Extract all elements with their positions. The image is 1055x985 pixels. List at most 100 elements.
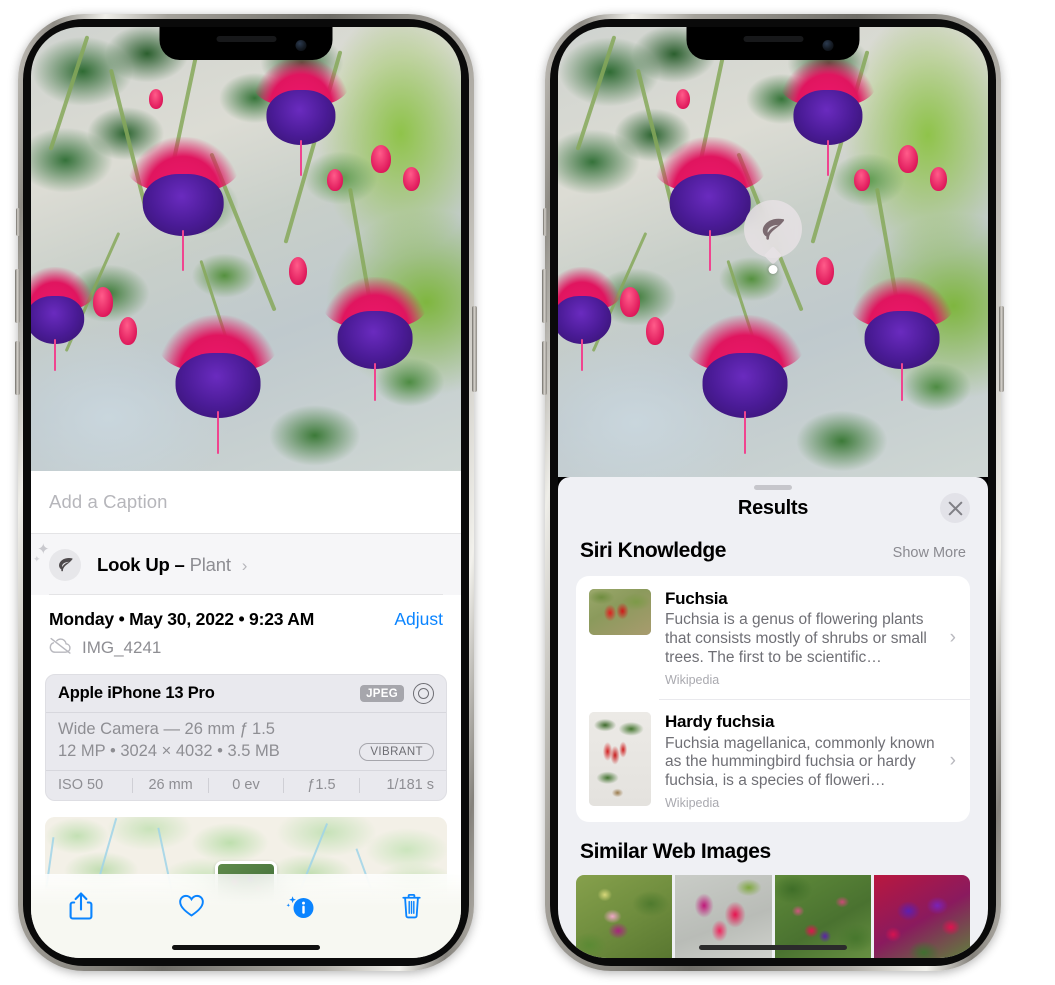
delete-button[interactable] bbox=[389, 888, 433, 928]
similar-web-images-section: Similar Web Images bbox=[558, 840, 988, 958]
siri-knowledge-cards: Fuchsia Fuchsia is a genus of flowering … bbox=[576, 576, 970, 823]
power-button[interactable] bbox=[472, 306, 477, 392]
results-sheet: Results Siri Knowledge Show More Fuchsia… bbox=[558, 477, 988, 958]
volume-down-button[interactable] bbox=[542, 341, 547, 395]
power-button[interactable] bbox=[999, 306, 1004, 392]
camera-card-header: Apple iPhone 13 Pro JPEG bbox=[46, 675, 446, 713]
volume-down-button[interactable] bbox=[15, 341, 20, 395]
flower-bud bbox=[854, 169, 870, 191]
flower-bloom bbox=[558, 267, 622, 372]
info-button[interactable] bbox=[279, 888, 323, 928]
flower-bloom bbox=[127, 137, 239, 271]
look-up-row[interactable]: ✦ ✦ Look Up – Plant › bbox=[31, 534, 461, 595]
right-phone-device: Results Siri Knowledge Show More Fuchsia… bbox=[542, 14, 1004, 971]
photo-metadata: Monday • May 30, 2022 • 9:23 AM Adjust I… bbox=[31, 595, 461, 659]
knowledge-card[interactable]: Hardy fuchsia Fuchsia magellanica, commo… bbox=[576, 699, 970, 822]
caption-placeholder: Add a Caption bbox=[49, 491, 168, 512]
front-camera-icon bbox=[295, 40, 307, 51]
volume-up-button[interactable] bbox=[542, 269, 547, 323]
visual-lookup-anchor-dot bbox=[768, 265, 778, 274]
photo-date: Monday • May 30, 2022 • 9:23 AM bbox=[49, 609, 315, 629]
home-indicator[interactable] bbox=[172, 945, 320, 950]
favorite-button[interactable] bbox=[169, 888, 213, 928]
photo-filename: IMG_4241 bbox=[82, 638, 162, 657]
similar-web-images-header: Similar Web Images bbox=[558, 840, 988, 864]
earpiece-speaker bbox=[743, 36, 803, 42]
flower-bud bbox=[403, 167, 420, 191]
look-up-title: Look Up bbox=[97, 553, 170, 575]
siri-knowledge-header: Siri Knowledge Show More bbox=[558, 539, 988, 563]
exif-focal-length: 26 mm bbox=[148, 777, 193, 793]
flower-bud bbox=[119, 317, 137, 345]
photo-viewer[interactable] bbox=[31, 27, 461, 471]
photo-viewer[interactable] bbox=[558, 27, 988, 477]
close-icon bbox=[948, 501, 962, 515]
knowledge-card-source: Wikipedia bbox=[665, 673, 720, 688]
knowledge-card-source: Wikipedia bbox=[665, 796, 720, 811]
visual-lookup-badge[interactable] bbox=[744, 200, 802, 258]
camera-info-card: Apple iPhone 13 Pro JPEG Wide Camera — 2… bbox=[45, 674, 447, 801]
flower-bud bbox=[149, 89, 163, 109]
look-up-subject: Plant bbox=[189, 553, 231, 575]
show-more-button[interactable]: Show More bbox=[893, 545, 966, 561]
flower-bud bbox=[646, 317, 664, 345]
photo-info-panel: Add a Caption ✦ ✦ Look Up – Plant › Mond… bbox=[31, 471, 461, 958]
knowledge-card-title: Hardy fuchsia bbox=[665, 712, 775, 732]
fuchsia-flowers-thumbnail bbox=[589, 589, 651, 635]
heart-icon bbox=[178, 893, 205, 923]
share-button[interactable] bbox=[59, 888, 103, 928]
camera-card-body: Wide Camera — 26 mm ƒ 1.5 12 MP • 3024 ×… bbox=[46, 713, 446, 771]
similar-web-images-title: Similar Web Images bbox=[580, 840, 771, 864]
adjust-button[interactable]: Adjust bbox=[394, 609, 443, 630]
volume-up-button[interactable] bbox=[15, 269, 20, 323]
flower-bud bbox=[816, 257, 834, 285]
hardy-fuchsia-thumbnail bbox=[589, 712, 651, 807]
left-phone-device: Add a Caption ✦ ✦ Look Up – Plant › Mond… bbox=[15, 14, 477, 971]
siri-knowledge-title: Siri Knowledge bbox=[580, 539, 727, 562]
flower-bloom bbox=[323, 277, 427, 401]
trash-icon bbox=[400, 892, 423, 925]
phone-notch bbox=[686, 27, 860, 60]
front-camera-icon bbox=[822, 40, 834, 51]
flower-bud bbox=[676, 89, 690, 109]
raw-circle-icon bbox=[413, 683, 434, 704]
exif-shutter-speed: 1/181 s bbox=[386, 777, 435, 793]
close-button[interactable] bbox=[940, 493, 970, 523]
chevron-right-icon: › bbox=[241, 555, 248, 575]
sheet-header: Results bbox=[558, 477, 988, 539]
flower-bloom bbox=[686, 315, 804, 454]
camera-device-name: Apple iPhone 13 Pro bbox=[58, 684, 215, 702]
home-indicator[interactable] bbox=[699, 945, 847, 950]
sheet-title: Results bbox=[737, 497, 809, 519]
share-icon bbox=[69, 891, 93, 926]
lens-info: Wide Camera — 26 mm ƒ 1.5 bbox=[58, 720, 275, 738]
photographic-style-badge: VIBRANT bbox=[359, 742, 434, 761]
flower-bloom bbox=[159, 315, 277, 454]
exif-exposure-bias: 0 ev bbox=[232, 777, 260, 793]
flower-bloom bbox=[253, 57, 349, 177]
caption-field[interactable]: Add a Caption bbox=[31, 471, 461, 534]
earpiece-speaker bbox=[216, 36, 276, 42]
flower-bud bbox=[93, 287, 113, 317]
chevron-right-icon: › bbox=[949, 750, 956, 772]
flower-bud bbox=[371, 145, 391, 173]
silence-switch[interactable] bbox=[543, 208, 547, 236]
similar-image-1[interactable] bbox=[576, 875, 673, 958]
flower-bud bbox=[289, 257, 307, 285]
left-phone-screen: Add a Caption ✦ ✦ Look Up – Plant › Mond… bbox=[31, 27, 461, 958]
flower-bloom bbox=[31, 267, 95, 372]
cloud-slash-icon bbox=[49, 637, 72, 659]
silence-switch[interactable] bbox=[16, 208, 20, 236]
knowledge-card-title: Fuchsia bbox=[665, 589, 728, 608]
exif-row: ISO 50 26 mm 0 ev ƒ1.5 1/181 s bbox=[46, 771, 446, 800]
format-badge: JPEG bbox=[360, 685, 404, 702]
flower-bud bbox=[930, 167, 947, 191]
knowledge-card-description: Fuchsia is a genus of flowering plants t… bbox=[665, 611, 927, 667]
similar-image-4[interactable] bbox=[873, 875, 970, 958]
knowledge-card-description: Fuchsia magellanica, commonly known as t… bbox=[665, 734, 935, 790]
knowledge-card[interactable]: Fuchsia Fuchsia is a genus of flowering … bbox=[576, 576, 970, 699]
chevron-right-icon: › bbox=[949, 627, 956, 649]
image-specs: 12 MP • 3024 × 4032 • 3.5 MB bbox=[58, 742, 280, 760]
exif-iso: ISO 50 bbox=[58, 777, 104, 793]
flower-bloom bbox=[780, 57, 876, 177]
